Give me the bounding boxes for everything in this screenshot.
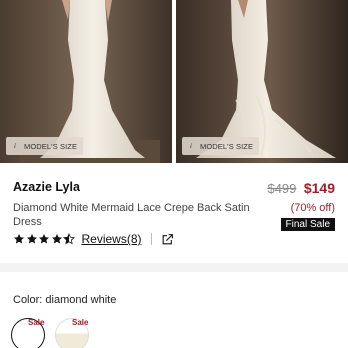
sale-badge: Sale: [72, 318, 89, 327]
discount-percent: (70% off): [290, 202, 335, 214]
models-size-label: MODEL'S SIZE: [200, 141, 254, 151]
models-size-label: MODEL'S SIZE: [24, 141, 78, 151]
product-subtitle: Diamond White Mermaid Lace Crepe Back Sa…: [13, 202, 250, 228]
swatch-ivory[interactable]: Sale: [55, 318, 89, 348]
product-image-front[interactable]: i MODEL'S SIZE: [0, 0, 172, 163]
image-gallery[interactable]: i MODEL'S SIZE i MODEL'S SIZE: [0, 0, 348, 163]
info-icon: i: [189, 142, 193, 150]
star-full-icon: [51, 234, 62, 244]
star-full-icon: [26, 234, 37, 244]
info-icon: i: [13, 142, 17, 150]
reviews-link[interactable]: Reviews(8): [82, 232, 142, 246]
sale-badge: Sale: [28, 318, 45, 327]
price-block: $499 $149 (70% off) Final Sale: [267, 180, 335, 232]
star-half-icon: [63, 233, 75, 245]
rating-row: Reviews(8): [13, 231, 174, 247]
color-label: Color: diamond white: [13, 294, 117, 306]
color-swatches: Sale Sale: [11, 318, 99, 348]
models-size-tag[interactable]: i MODEL'S SIZE: [182, 137, 260, 155]
sale-price: $149: [303, 180, 335, 196]
product-image-back[interactable]: i MODEL'S SIZE: [176, 0, 348, 163]
original-price: $499: [267, 181, 297, 196]
star-rating: [13, 233, 76, 245]
section-separator: [0, 263, 348, 272]
final-sale-badge: Final Sale: [280, 218, 335, 231]
star-full-icon: [14, 234, 24, 244]
divider: [150, 233, 152, 245]
models-size-tag[interactable]: i MODEL'S SIZE: [6, 137, 84, 155]
swatch-diamond-white[interactable]: Sale: [11, 318, 45, 348]
share-icon[interactable]: [161, 233, 174, 246]
product-title: Azazie Lyla: [13, 180, 80, 194]
star-full-icon: [39, 234, 49, 244]
